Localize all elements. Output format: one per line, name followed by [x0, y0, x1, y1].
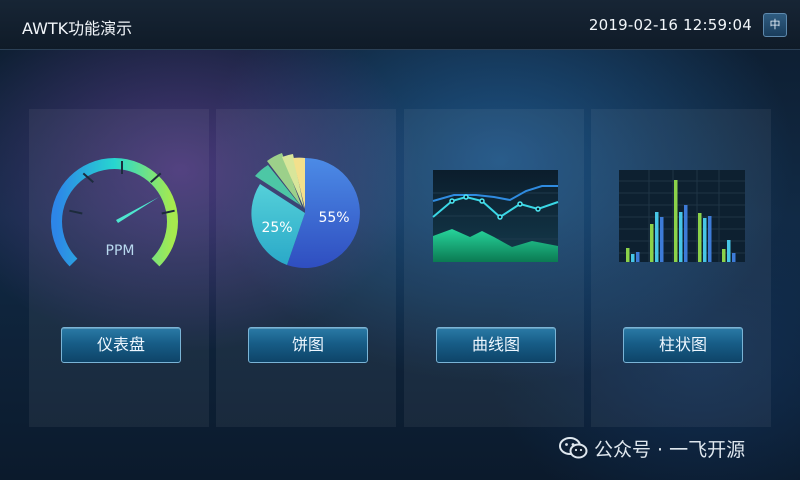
gauge-needle [116, 197, 159, 223]
line-chart-button[interactable]: 曲线图 [436, 327, 556, 363]
app-title: AWTK功能演示 [22, 19, 133, 38]
pie-label-55: 55% [318, 210, 349, 226]
bar-chart-button[interactable]: 柱状图 [623, 327, 743, 363]
card-bar: 柱状图 [591, 109, 771, 427]
language-toggle-button[interactable]: 中 [763, 13, 787, 37]
gauge-widget: PPM [51, 157, 178, 267]
line-chart-widget [432, 170, 559, 262]
card-line: 曲线图 [404, 109, 584, 427]
clock-datetime: 2019-02-16 12:59:04 [588, 16, 752, 34]
card-pie: 55% 25% 饼图 [216, 109, 396, 427]
gauge-button[interactable]: 仪表盘 [61, 327, 181, 363]
pie-chart-widget: 55% 25% [251, 153, 360, 268]
bar-group-4 [698, 213, 712, 262]
gauge-unit-label: PPM [106, 243, 135, 259]
watermark-text: 公众号 · 一飞开源 [594, 439, 746, 461]
card-gauge: PPM 仪表盘 [29, 109, 209, 427]
pie-button[interactable]: 饼图 [248, 327, 368, 363]
wechat-icon [559, 437, 588, 459]
pie-label-25: 25% [261, 220, 292, 236]
bar-chart-widget [619, 170, 745, 262]
title-bar: AWTK功能演示 2019-02-16 12:59:04 中 [0, 0, 800, 50]
